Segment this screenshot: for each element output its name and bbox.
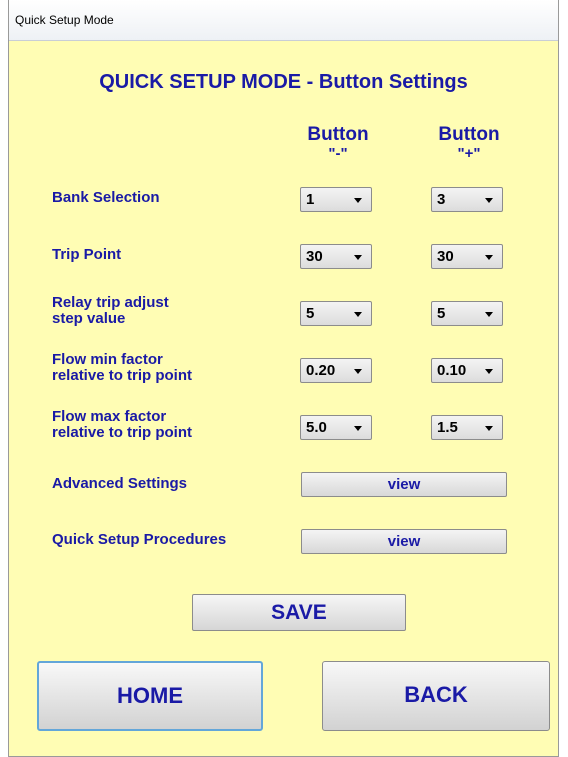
flow-min-factor-plus-select[interactable]: 0.10 <box>431 358 503 383</box>
flow-min-factor-minus-select[interactable]: 0.20 <box>300 358 372 383</box>
chevron-down-icon <box>354 255 362 260</box>
relay-trip-adjust-minus-select[interactable]: 5 <box>300 301 372 326</box>
relay-trip-adjust-label-line2: step value <box>52 310 126 327</box>
chevron-down-icon <box>485 198 493 203</box>
flow-max-factor-label: Flow max factor relative to trip point <box>52 409 192 441</box>
trip-point-label: Trip Point <box>52 247 121 263</box>
back-button[interactable]: BACK <box>322 661 550 731</box>
flow-max-factor-minus-select[interactable]: 5.0 <box>300 415 372 440</box>
trip-point-plus-value: 30 <box>437 248 454 265</box>
bank-selection-label: Bank Selection <box>52 190 160 206</box>
advanced-settings-view-button[interactable]: view <box>301 472 507 497</box>
trip-point-plus-select[interactable]: 30 <box>431 244 503 269</box>
chevron-down-icon <box>354 312 362 317</box>
relay-trip-adjust-label-line1: Relay trip adjust <box>52 294 169 311</box>
column-header-plus-sub: "+" <box>457 145 481 162</box>
quick-setup-window: Quick Setup Mode QUICK SETUP MODE - Butt… <box>8 0 559 757</box>
column-header-minus-title: Button <box>307 124 369 145</box>
title-bar: Quick Setup Mode <box>9 0 558 41</box>
chevron-down-icon <box>485 369 493 374</box>
flow-min-factor-minus-value: 0.20 <box>306 362 336 379</box>
trip-point-label-text: Trip Point <box>52 246 122 263</box>
window-title: Quick Setup Mode <box>15 13 114 27</box>
bank-selection-plus-value: 3 <box>437 191 446 208</box>
relay-trip-adjust-minus-value: 5 <box>306 305 315 322</box>
chevron-down-icon <box>485 312 493 317</box>
page-heading: QUICK SETUP MODE - Button Settings <box>99 71 468 93</box>
save-button[interactable]: SAVE <box>192 594 406 631</box>
bank-selection-minus-select[interactable]: 1 <box>300 187 372 212</box>
home-button[interactable]: HOME <box>37 661 263 731</box>
flow-min-factor-label-line1: Flow min factor <box>52 351 163 368</box>
chevron-down-icon <box>354 369 362 374</box>
chevron-down-icon <box>354 198 362 203</box>
flow-max-factor-minus-value: 5.0 <box>306 419 327 436</box>
trip-point-minus-select[interactable]: 30 <box>300 244 372 269</box>
flow-min-factor-label: Flow min factor relative to trip point <box>52 352 192 384</box>
bank-selection-plus-select[interactable]: 3 <box>431 187 503 212</box>
flow-max-factor-label-line2: relative to trip point <box>52 424 193 441</box>
flow-max-factor-plus-value: 1.5 <box>437 419 458 436</box>
column-header-plus: Button "+" <box>414 125 524 161</box>
column-header-plus-title: Button <box>438 124 500 145</box>
flow-max-factor-plus-select[interactable]: 1.5 <box>431 415 503 440</box>
chevron-down-icon <box>354 426 362 431</box>
flow-max-factor-label-line1: Flow max factor <box>52 408 167 425</box>
chevron-down-icon <box>485 255 493 260</box>
relay-trip-adjust-plus-value: 5 <box>437 305 446 322</box>
advanced-settings-label: Advanced Settings <box>52 475 188 492</box>
relay-trip-adjust-plus-select[interactable]: 5 <box>431 301 503 326</box>
quick-setup-procedures-view-button[interactable]: view <box>301 529 507 554</box>
column-header-minus: Button "-" <box>283 125 393 161</box>
flow-min-factor-label-line2: relative to trip point <box>52 367 193 384</box>
quick-setup-procedures-label: Quick Setup Procedures <box>52 531 227 548</box>
flow-min-factor-plus-value: 0.10 <box>437 362 467 379</box>
bank-selection-minus-value: 1 <box>306 191 315 208</box>
relay-trip-adjust-label: Relay trip adjust step value <box>52 295 169 327</box>
chevron-down-icon <box>485 426 493 431</box>
trip-point-minus-value: 30 <box>306 248 323 265</box>
bank-selection-label-text: Bank Selection <box>52 189 160 206</box>
column-header-minus-sub: "-" <box>328 145 348 162</box>
